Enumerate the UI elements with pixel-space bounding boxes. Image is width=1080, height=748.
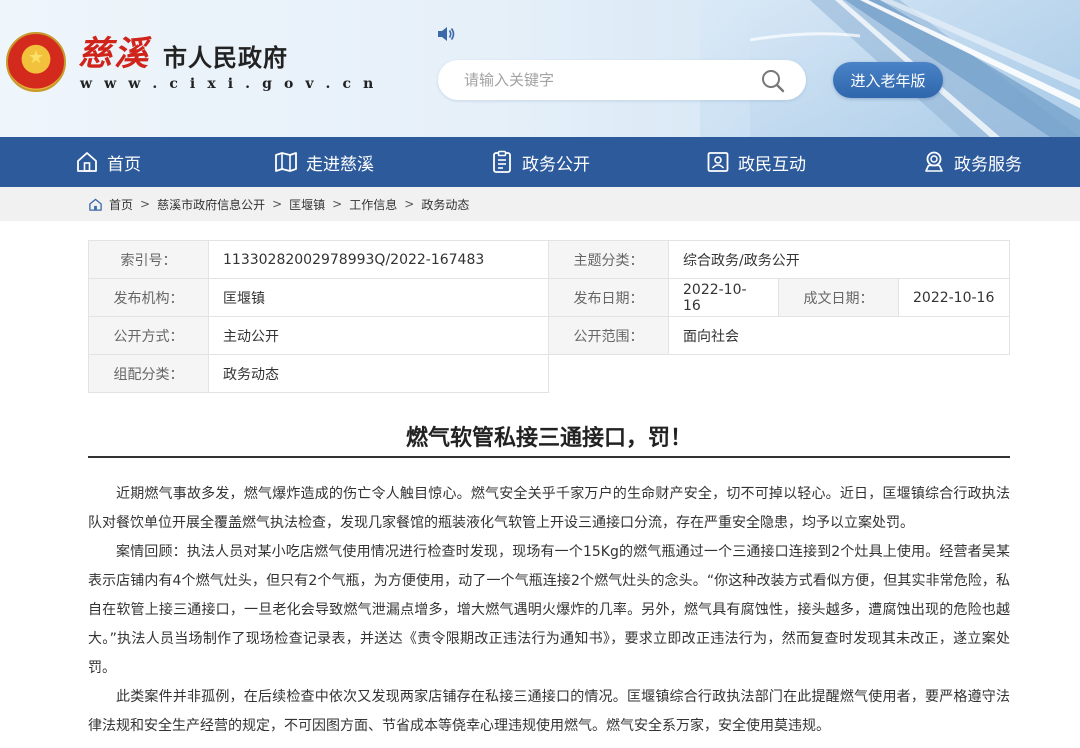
category-value: 政务动态	[208, 354, 549, 393]
nav-item-about-cixi[interactable]: 走进慈溪	[216, 137, 432, 187]
elder-mode-button[interactable]: 进入老年版	[833, 62, 943, 98]
breadcrumb-home[interactable]: 首页	[109, 196, 133, 213]
topic-category-value: 综合政务/政务公开	[668, 240, 1010, 279]
disclosure-mode-value: 主动公开	[208, 316, 549, 355]
nav-item-label: 政民互动	[738, 154, 806, 175]
creation-date-value: 2022-10-16	[898, 278, 1010, 317]
topic-category-label: 主题分类：	[548, 240, 669, 279]
document-meta-table: 索引号： 11330282002978993Q/2022-167483 主题分类…	[88, 240, 1010, 393]
article-paragraph: 此类案件并非孤例，在后续检查中依次又发现两家店铺存在私接三通接口的情况。匡堰镇综…	[88, 689, 1010, 734]
portrait-icon	[707, 152, 729, 172]
logo-site-url: w w w . c i x i . g o v . c n	[80, 76, 377, 92]
breadcrumb-gov-news[interactable]: 政务动态	[421, 196, 469, 213]
publish-date-label: 发布日期：	[548, 278, 669, 317]
breadcrumb-separator: >	[332, 197, 343, 211]
publisher-label: 发布机构：	[88, 278, 209, 317]
breadcrumb: 首页 > 慈溪市政府信息公开 > 匡堰镇 > 工作信息 > 政务动态	[0, 187, 1080, 221]
document-list-icon	[493, 150, 511, 173]
breadcrumb-separator: >	[272, 197, 283, 211]
table-row: 发布机构： 匡堰镇 发布日期： 2022-10-16 成文日期： 2022-10…	[88, 278, 1010, 317]
nav-item-interaction[interactable]: 政民互动	[648, 137, 864, 187]
article-paragraph: 案情回顾：执法人员对某小吃店燃气使用情况进行检查时发现，现场有一个15Kg的燃气…	[88, 544, 1010, 676]
breadcrumb-town[interactable]: 匡堰镇	[289, 196, 325, 213]
article-title: 燃气软管私接三通接口，罚！	[405, 426, 692, 451]
home-icon	[77, 152, 97, 172]
speaker-icon[interactable]	[436, 25, 456, 43]
search-input[interactable]	[464, 69, 754, 91]
breadcrumb-separator: >	[140, 197, 151, 211]
map-icon	[275, 152, 297, 172]
index-number-label: 索引号：	[88, 240, 209, 279]
title-divider	[88, 456, 1010, 458]
logo-city-name[interactable]: 慈溪	[78, 26, 150, 75]
nav-item-home[interactable]: 首页	[0, 137, 216, 187]
nav-item-label: 政务服务	[954, 154, 1022, 175]
creation-date-label: 成文日期：	[778, 278, 899, 317]
site-header: ★ 慈溪 市人民政府 w w w . c i x i . g o v . c n…	[0, 0, 1080, 137]
table-row: 组配分类： 政务动态	[88, 354, 1010, 393]
article-body: 近期燃气事故多发，燃气爆炸造成的伤亡令人触目惊心。燃气安全关乎千家万户的生命财产…	[88, 480, 1010, 741]
star-icon: ★	[27, 46, 45, 68]
disclosure-mode-label: 公开方式：	[88, 316, 209, 355]
disclosure-scope-label: 公开范围：	[548, 316, 669, 355]
nav-item-label: 走进慈溪	[306, 154, 374, 175]
disclosure-scope-value: 面向社会	[668, 316, 1010, 355]
table-empty-cell	[548, 354, 1010, 393]
publisher-value: 匡堰镇	[208, 278, 549, 317]
category-label: 组配分类：	[88, 354, 209, 393]
national-emblem-logo[interactable]: ★	[6, 32, 66, 92]
index-number-value: 11330282002978993Q/2022-167483	[208, 240, 549, 279]
logo-site-title[interactable]: 市人民政府	[163, 38, 288, 73]
breadcrumb-separator: >	[404, 197, 415, 211]
breadcrumb-work-info[interactable]: 工作信息	[349, 196, 397, 213]
nav-item-services[interactable]: 政务服务	[864, 137, 1080, 187]
service-badge-icon	[925, 151, 943, 172]
publish-date-value: 2022-10-16	[668, 278, 779, 317]
article-paragraph: 近期燃气事故多发，燃气爆炸造成的伤亡令人触目惊心。燃气安全关乎千家万户的生命财产…	[88, 486, 1010, 531]
search-box	[438, 60, 806, 100]
nav-item-gov-affairs[interactable]: 政务公开	[432, 137, 648, 187]
nav-item-label: 政务公开	[522, 154, 590, 175]
table-row: 公开方式： 主动公开 公开范围： 面向社会	[88, 316, 1010, 355]
home-icon	[89, 198, 102, 211]
breadcrumb-info-disclosure[interactable]: 慈溪市政府信息公开	[157, 196, 265, 213]
search-icon[interactable]	[760, 68, 786, 94]
table-row: 索引号： 11330282002978993Q/2022-167483 主题分类…	[88, 240, 1010, 279]
main-nav: 首页 走进慈溪 政务公开 政民互动 政务服务	[0, 137, 1080, 187]
nav-item-label: 首页	[107, 154, 141, 175]
